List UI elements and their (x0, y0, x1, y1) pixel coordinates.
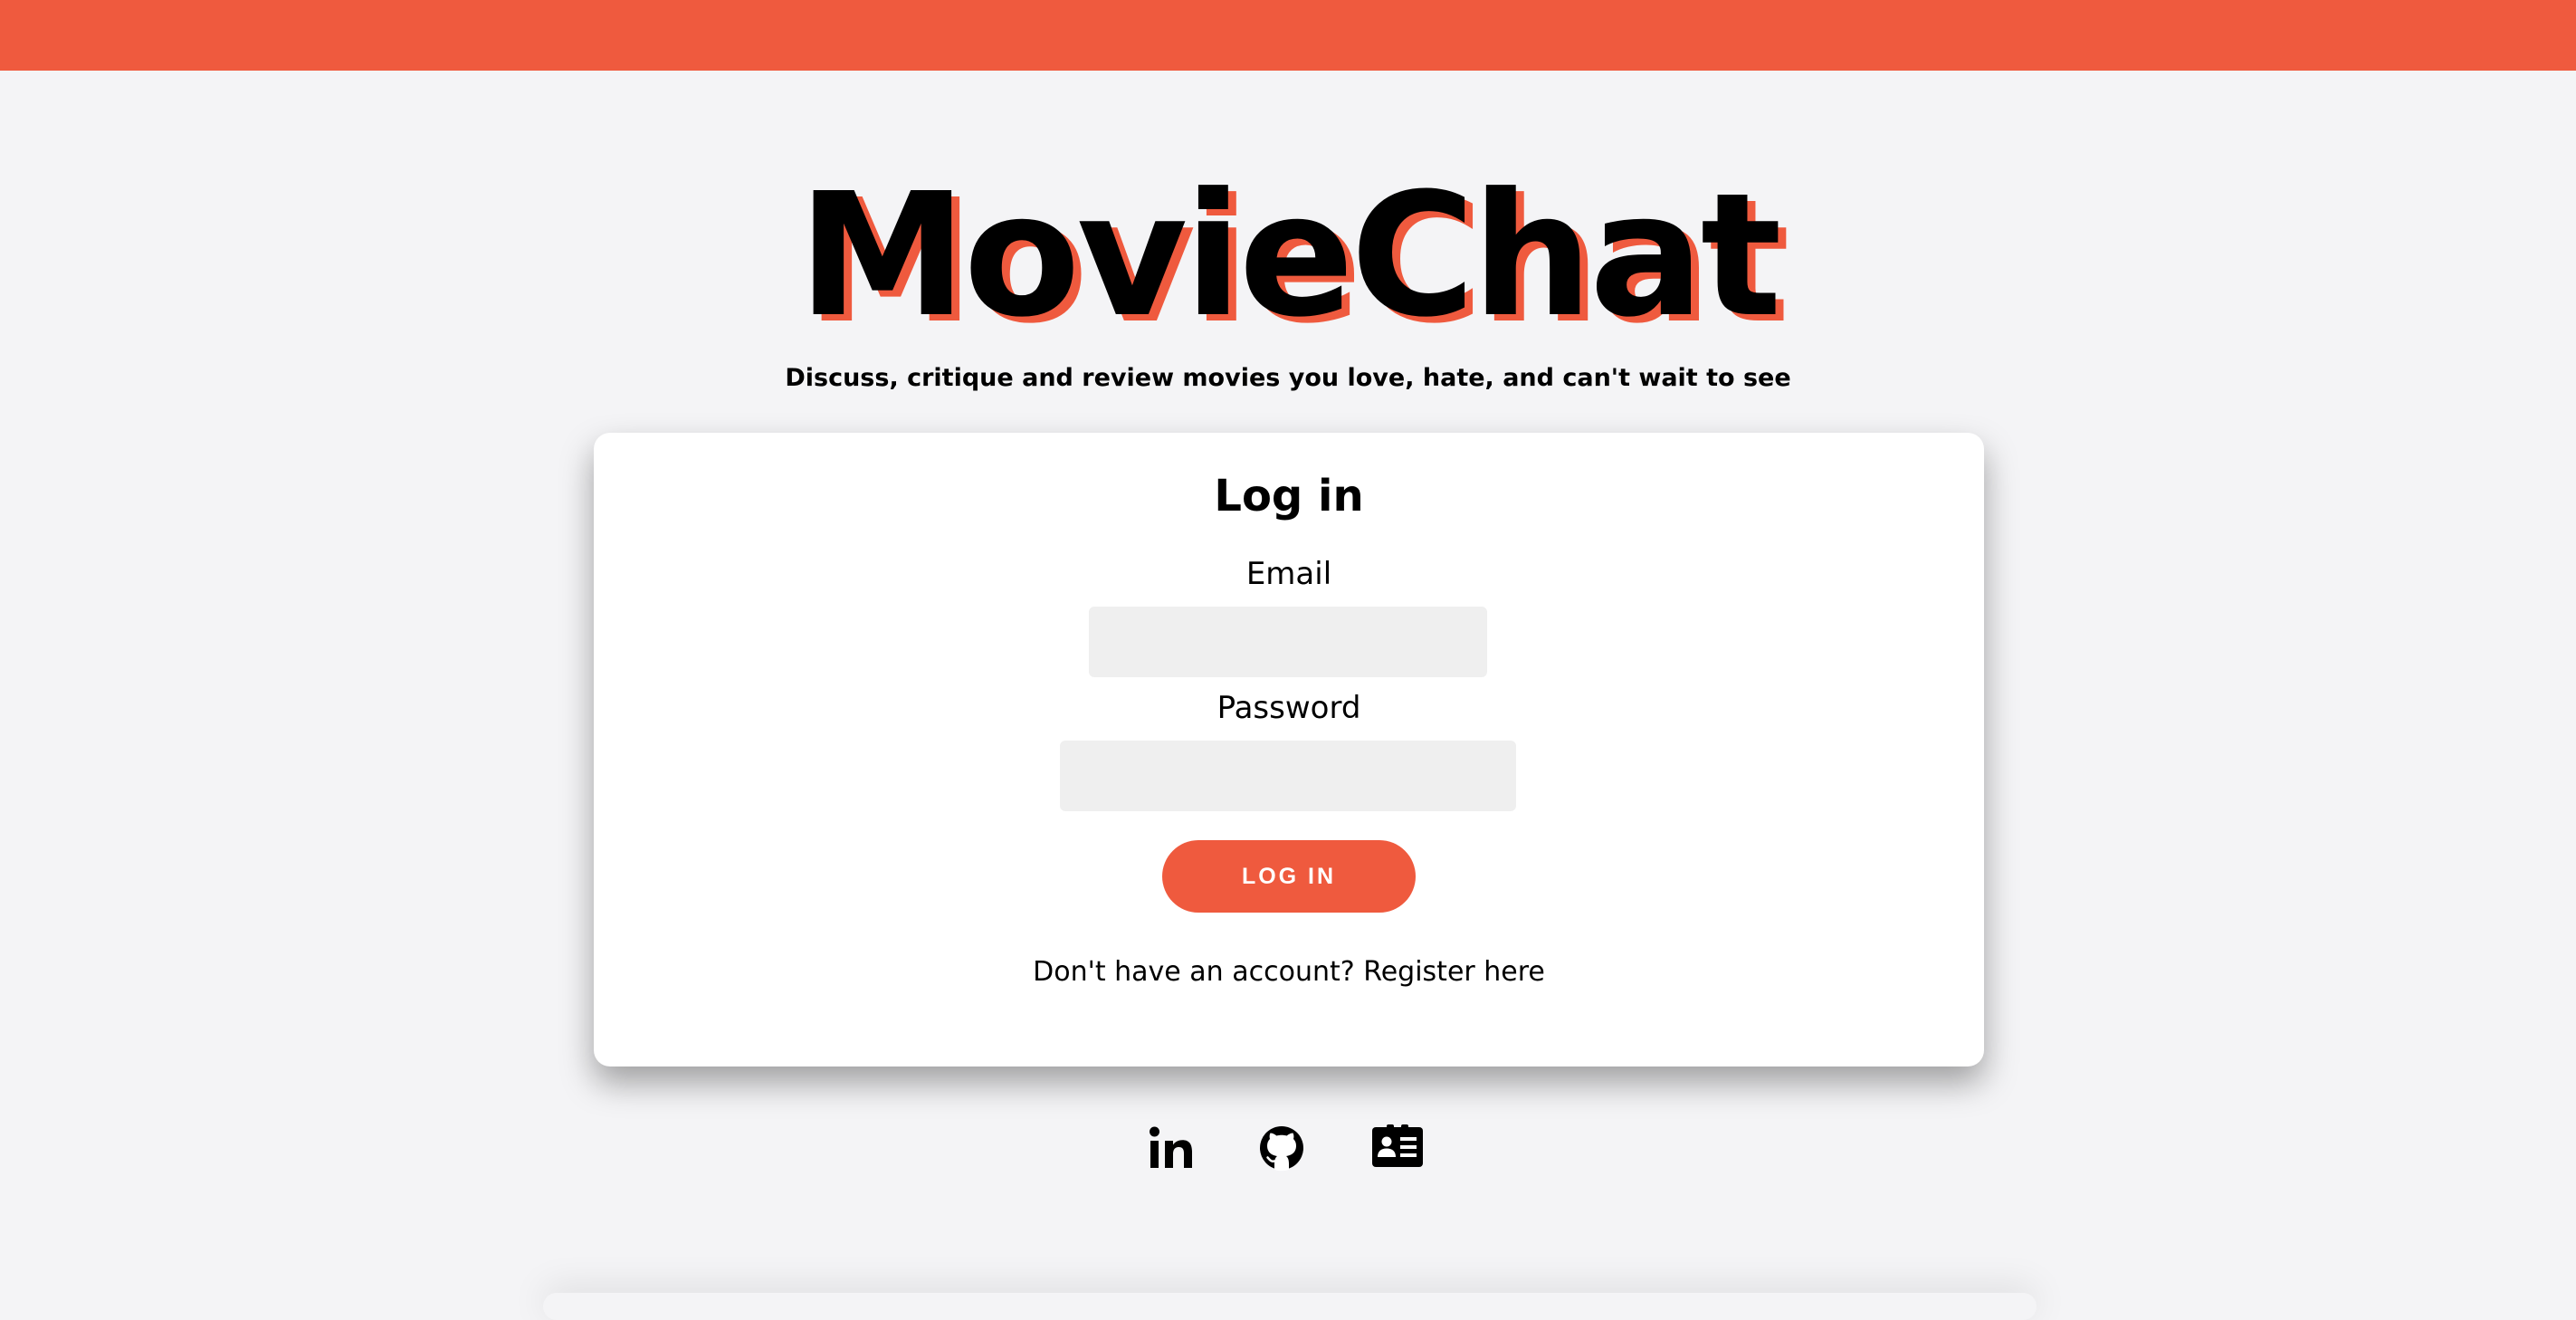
register-link[interactable]: Register here (1363, 956, 1545, 988)
bottom-panel-edge (543, 1293, 2037, 1320)
social-links (0, 1123, 2576, 1173)
login-button[interactable]: LOG IN (1162, 840, 1416, 913)
tagline: Discuss, critique and review movies you … (785, 364, 1791, 392)
login-heading: Log in (1214, 471, 1364, 521)
contact-card-icon[interactable] (1370, 1123, 1425, 1173)
password-label: Password (1216, 690, 1361, 726)
email-field[interactable] (1089, 607, 1487, 677)
top-accent-bar (0, 0, 2576, 71)
linkedin-icon[interactable] (1144, 1123, 1198, 1173)
password-field[interactable] (1060, 741, 1516, 811)
email-label: Email (1245, 556, 1332, 592)
github-icon[interactable] (1255, 1123, 1309, 1173)
app-title: MovieChat (797, 157, 1781, 355)
login-card: Log in Email Password LOG IN Don't have … (594, 433, 1984, 1067)
register-prompt: Don't have an account? Register here (594, 952, 1984, 992)
register-prompt-text: Don't have an account? (1033, 956, 1355, 988)
